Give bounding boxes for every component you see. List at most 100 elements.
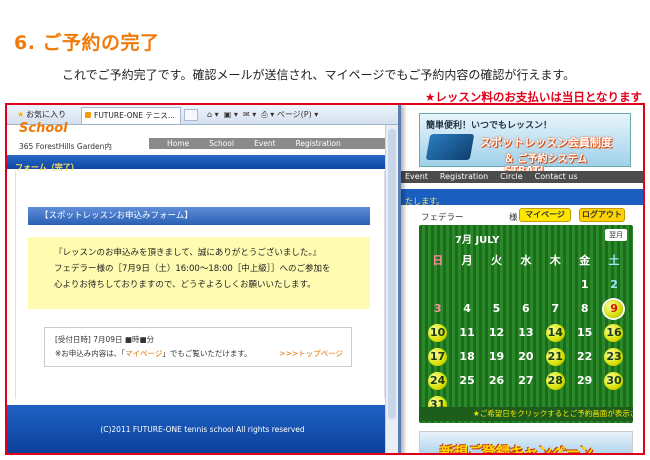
scrollbar[interactable] <box>385 125 398 453</box>
home-icon[interactable]: ⌂ ▾ <box>207 110 219 119</box>
calendar-day[interactable]: 6 <box>511 297 540 321</box>
calendar-day[interactable]: 1 <box>570 273 599 297</box>
next-month-button[interactable]: 翌月 <box>605 229 627 241</box>
new-tab-button[interactable] <box>184 109 198 121</box>
weekday-label: 火 <box>490 254 502 267</box>
feed-icon[interactable]: ▣ ▾ <box>221 110 238 119</box>
calendar: 7月 JULY 翌月 日月火水木金土 1 2 3 4 5 6 7 8 9 10 11 12 13 14 15 1… <box>419 225 633 423</box>
browser-window: ★ お気に入り FUTURE-ONE テニス... ⌂ ▾ ▣ ▾ ✉ ▾ ⎙ ▾… <box>7 105 401 453</box>
calendar-week: 10 11 12 13 14 15 16 <box>423 321 629 345</box>
calendar-day-number: 16 <box>606 326 622 339</box>
calendar-day[interactable]: 10 <box>423 321 452 345</box>
calendar-day-number: 4 <box>463 302 471 315</box>
form-content: 【スポットレッスンお申込みフォーム】 『レッスンのお申込みを頂きまして、誠にあり… <box>15 171 385 399</box>
calendar-day[interactable]: 4 <box>452 297 481 321</box>
calendar-day[interactable]: 7 <box>541 297 570 321</box>
calendar-day[interactable]: 2 <box>599 273 628 297</box>
weekday-label: 月 <box>461 254 473 267</box>
calendar-day[interactable]: 11 <box>452 321 481 345</box>
calendar-day-number: 7 <box>551 302 560 315</box>
calendar-week: 12 <box>423 273 629 297</box>
calendar-day[interactable]: 29 <box>570 369 599 393</box>
calendar-day[interactable]: 13 <box>511 321 540 345</box>
nav-event[interactable]: Event <box>254 138 276 149</box>
calendar-day-number: 17 <box>430 350 446 363</box>
calendar-day[interactable]: 26 <box>482 369 511 393</box>
calendar-day-number: 22 <box>576 350 593 363</box>
site-logo[interactable]: School <box>19 121 68 136</box>
calendar-day[interactable]: 20 <box>511 345 540 369</box>
calendar-day[interactable]: 15 <box>570 321 599 345</box>
calendar-day[interactable]: 19 <box>482 345 511 369</box>
background-bar: たします。 <box>397 189 643 206</box>
calendar-day-number: 20 <box>518 350 534 363</box>
calendar-day-number: 2 <box>610 278 618 291</box>
receipt-box: [受付日時] 7月09日 ■時■分 ※お申込み内容は、「マイページ」でもご覧いた… <box>44 327 352 367</box>
calendar-day-number: 3 <box>433 302 442 315</box>
mypage-link[interactable]: マイページ <box>125 349 162 358</box>
favorites-label: お気に入り <box>26 110 67 119</box>
nav-school[interactable]: School <box>209 138 234 149</box>
calendar-day[interactable]: 5 <box>482 297 511 321</box>
nav-circle[interactable]: Circle <box>500 171 522 183</box>
calendar-day-number: 29 <box>576 374 593 387</box>
receipt-datetime: [受付日時] 7月09日 ■時■分 <box>55 335 155 344</box>
calendar-day[interactable]: 27 <box>511 369 540 393</box>
mail-icon[interactable]: ✉ ▾ <box>240 110 256 119</box>
calendar-day[interactable]: 8 <box>570 297 599 321</box>
tutorial-page: 6. ご予約の完了 これでご予約完了です。確認メールが送信され、マイページでもご… <box>0 0 650 460</box>
calendar-empty <box>452 273 481 297</box>
calendar-empty <box>541 273 570 297</box>
banner-line-1: スポットレッスン会員制度 <box>480 136 612 149</box>
print-icon[interactable]: ⎙ ▾ <box>259 110 274 119</box>
calendar-day-number: 12 <box>488 326 505 339</box>
mypage-button[interactable]: マイページ <box>519 208 571 222</box>
calendar-day[interactable]: 25 <box>452 369 481 393</box>
weekday-label: 土 <box>608 254 620 267</box>
calendar-day-number: 30 <box>606 374 622 387</box>
nav-registration[interactable]: Registration <box>296 138 341 149</box>
calendar-day-number: 10 <box>430 326 446 339</box>
banner-tag: 簡単便利！いつでもレッスン！ <box>426 121 553 131</box>
logout-button[interactable]: ログアウト <box>579 208 625 222</box>
calendar-day[interactable]: 24 <box>423 369 452 393</box>
calendar-day[interactable]: 17 <box>423 345 452 369</box>
nav-registration[interactable]: Registration <box>440 171 488 183</box>
browser-tab[interactable]: FUTURE-ONE テニス... <box>81 107 181 124</box>
calendar-day[interactable]: 28 <box>541 369 570 393</box>
calendar-day[interactable]: 9 <box>599 297 628 321</box>
calendar-day[interactable]: 18 <box>452 345 481 369</box>
promo-banner[interactable]: 簡単便利！いつでもレッスン！ スポットレッスン会員制度 ＆ ご予約システム ST… <box>419 113 631 176</box>
site-address: 365 ForestHills Garden内 <box>19 142 112 151</box>
page-menu[interactable]: ページ(P) ▾ <box>277 110 318 119</box>
calendar-day[interactable]: 14 <box>541 321 570 345</box>
message-line-2: フェデラー様の［7月9日（土）16:00～18:00［中上級］］へのご参加を <box>54 264 331 274</box>
nav-home[interactable]: Home <box>167 138 189 149</box>
calendar-day[interactable]: 12 <box>482 321 511 345</box>
nav-event[interactable]: Event <box>405 171 428 183</box>
calendar-week: 17 18 19 20 21 22 23 <box>423 345 629 369</box>
calendar-day-number: 11 <box>459 326 475 339</box>
user-name: フェデラー <box>421 213 464 223</box>
calendar-day[interactable]: 16 <box>599 321 628 345</box>
calendar-day[interactable]: 23 <box>599 345 628 369</box>
campaign-banner[interactable]: 新規ご登録キャンペーン <box>419 431 633 453</box>
scrollbar-thumb[interactable] <box>388 129 396 419</box>
weekday-label: 水 <box>520 254 532 267</box>
calendar-day-number: 19 <box>488 350 505 363</box>
top-page-link[interactable]: >>>トップページ <box>279 348 343 359</box>
screenshot-frame: 簡単便利！いつでもレッスン！ スポットレッスン会員制度 ＆ ご予約システム ST… <box>5 103 645 455</box>
calendar-day-number: 26 <box>488 374 505 387</box>
form-title: 【スポットレッスンお申込みフォーム】 <box>28 207 370 225</box>
site-nav: Home School Event Registration <box>149 138 398 149</box>
calendar-day-number: 13 <box>518 326 534 339</box>
calendar-day[interactable]: 22 <box>570 345 599 369</box>
nav-contact[interactable]: Contact us <box>535 171 578 183</box>
favorites-button[interactable]: ★ お気に入り <box>17 109 66 120</box>
command-bar: ⌂ ▾ ▣ ▾ ✉ ▾ ⎙ ▾ ページ(P) ▾ <box>207 109 318 120</box>
note-suffix: 」でもご覧いただけます。 <box>162 349 252 358</box>
calendar-day[interactable]: 30 <box>599 369 628 393</box>
calendar-day[interactable]: 3 <box>423 297 452 321</box>
calendar-day[interactable]: 21 <box>541 345 570 369</box>
calendar-day-number: 28 <box>547 374 563 387</box>
